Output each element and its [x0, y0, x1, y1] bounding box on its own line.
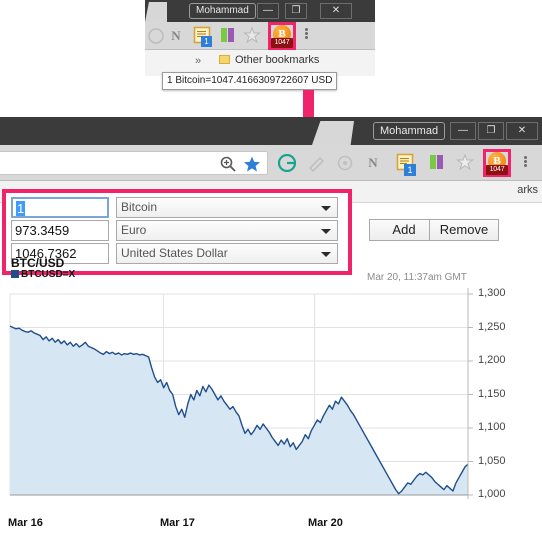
main-minimize-button[interactable]: —: [450, 122, 476, 140]
bookmarks-overflow-chevron[interactable]: »: [195, 55, 201, 67]
y-tick-label: 1,150: [478, 387, 506, 400]
y-tick-label: 1,300: [478, 287, 506, 299]
top-extension-icon-n[interactable]: N: [167, 27, 185, 45]
pen-extension-icon[interactable]: [308, 154, 326, 172]
currency-select-row-3-label: United States Dollar: [121, 246, 228, 260]
legend-label: BTCUSD=X: [21, 269, 76, 280]
y-tick-label: 1,200: [478, 354, 506, 366]
top-restore-button[interactable]: ❐: [285, 3, 307, 19]
main-other-bookmarks-label[interactable]: arks: [517, 184, 538, 196]
main-restore-button[interactable]: ❐: [478, 122, 504, 140]
price-chart-svg: [9, 288, 473, 499]
chevron-down-icon: [321, 206, 331, 211]
y-tick-label: 1,250: [478, 320, 506, 333]
top-notes-extension-badge: 1: [201, 36, 212, 47]
other-bookmarks-label[interactable]: Other bookmarks: [235, 54, 319, 66]
main-notes-extension-badge: 1: [404, 164, 416, 176]
legend-swatch: [11, 270, 19, 278]
currency-select-row-2-label: Euro: [121, 223, 147, 237]
chart-timestamp: Mar 20, 11:37am GMT: [367, 272, 467, 283]
address-bar[interactable]: [0, 151, 268, 175]
x-tick-label: Mar 20: [308, 517, 343, 529]
main-bitcoin-extension-button[interactable]: Ƀ 1047: [483, 149, 511, 177]
other-bookmarks-folder-icon[interactable]: [219, 55, 230, 64]
chart-area-fill: [10, 326, 468, 495]
currency-select-row-1[interactable]: Bitcoin: [116, 197, 338, 218]
bitcoin-price-tooltip: 1 Bitcoin=1047.4166309722607 USD: [162, 72, 338, 90]
currency-select-row-3[interactable]: United States Dollar: [116, 243, 338, 264]
bitcoin-price-badge: 1047: [271, 38, 293, 48]
top-extension-icon-faint[interactable]: [147, 27, 165, 45]
amount-input-row-1[interactable]: 1: [11, 197, 109, 218]
chevron-down-icon: [321, 229, 331, 234]
amount-input-row-2[interactable]: 973.3459: [11, 220, 109, 241]
price-chart: © Yahoo!: [0, 288, 542, 544]
x-tick-label: Mar 16: [8, 517, 43, 529]
top-bitcoin-extension-button[interactable]: Ƀ 1047: [268, 22, 296, 50]
y-tick-label: 1,100: [478, 421, 506, 433]
main-profile-chip[interactable]: Mohammad: [373, 122, 446, 140]
background-browser-window: Mohammad — ❐ ✕ N 1 Ƀ 1047 » Other bookma…: [145, 0, 375, 100]
top-profile-chip[interactable]: Mohammad: [189, 3, 256, 19]
main-color-bars-extension-icon[interactable]: [428, 153, 446, 171]
main-close-button[interactable]: ✕: [506, 122, 538, 140]
currency-converter-panel: 1 Bitcoin 973.3459 Euro 1046.7362 United…: [2, 189, 352, 280]
main-star-extension-icon[interactable]: [456, 153, 474, 171]
top-minimize-button[interactable]: —: [257, 3, 279, 19]
zoom-search-icon[interactable]: [219, 155, 237, 173]
currency-select-row-2[interactable]: Euro: [116, 220, 338, 241]
top-color-bars-extension-icon[interactable]: [219, 26, 237, 44]
top-window-toolbar: N 1 Ƀ 1047: [145, 22, 375, 50]
screenshot-root: Mohammad — ❐ ✕ N 1 Ƀ 1047 » Other bookma…: [0, 0, 542, 544]
main-bitcoin-price-badge: 1047: [486, 165, 508, 175]
y-tick-label: 1,000: [478, 488, 506, 500]
top-close-button[interactable]: ✕: [320, 3, 352, 19]
main-window-toolbar: N 1 Ƀ 1047: [0, 145, 542, 181]
main-extension-icon-n[interactable]: N: [364, 154, 382, 172]
bookmark-star-icon[interactable]: [243, 155, 261, 173]
remove-button[interactable]: Remove: [429, 219, 499, 241]
chart-title: BTC/USD: [11, 256, 65, 270]
chart-legend-item: BTCUSD=X: [11, 269, 75, 280]
x-tick-label: Mar 17: [160, 517, 195, 529]
chevron-down-icon: [321, 252, 331, 257]
main-chrome-menu-button[interactable]: [524, 155, 528, 171]
top-chrome-menu-button[interactable]: [305, 27, 309, 43]
currency-select-row-1-label: Bitcoin: [121, 200, 158, 214]
grammarly-extension-icon[interactable]: [278, 154, 296, 172]
y-tick-label: 1,050: [478, 454, 506, 467]
circle-extension-icon[interactable]: [336, 154, 354, 172]
top-star-extension-icon[interactable]: [243, 26, 261, 44]
